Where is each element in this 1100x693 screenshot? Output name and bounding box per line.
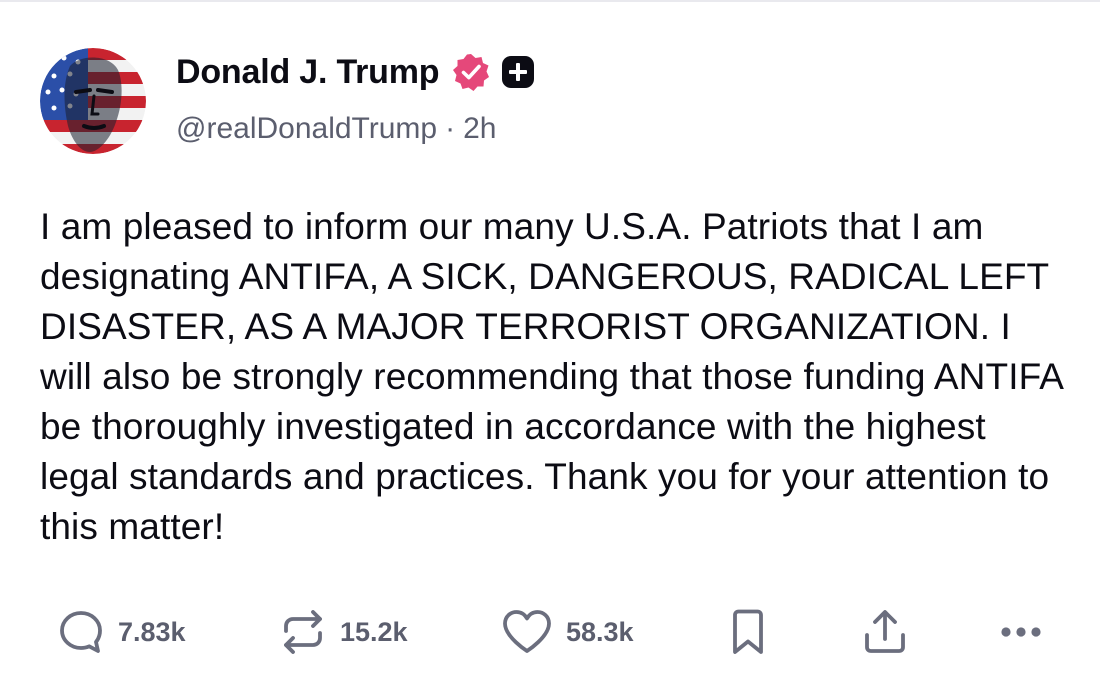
post-action-bar: 7.83k 15.2k 58.3k [0, 600, 1100, 664]
verified-badge-icon [453, 54, 490, 91]
retruth-count: 15.2k [340, 616, 408, 647]
bookmark-button[interactable] [726, 608, 770, 656]
like-count: 58.3k [566, 616, 634, 647]
reply-count: 7.83k [118, 616, 186, 647]
reply-button[interactable]: 7.83k [56, 608, 186, 656]
bookmark-icon [733, 609, 763, 654]
top-divider [0, 0, 1100, 2]
more-icon [1001, 627, 1041, 637]
more-options-button[interactable] [996, 608, 1046, 656]
author-handle[interactable]: @realDonaldTrump [176, 112, 437, 146]
avatar[interactable] [40, 48, 146, 154]
author-display-name[interactable]: Donald J. Trump [176, 53, 440, 92]
heart-icon [503, 610, 551, 653]
reply-icon [60, 611, 102, 653]
share-button[interactable] [860, 608, 910, 656]
retruth-icon [284, 610, 322, 654]
author-name-row: Donald J. Trump [176, 50, 535, 94]
truth-plus-badge-icon [502, 56, 535, 88]
share-icon [865, 610, 905, 653]
post-timestamp[interactable]: 2h [463, 112, 496, 146]
post-text: I am pleased to inform our many U.S.A. P… [40, 206, 1062, 547]
retruth-button[interactable]: 15.2k [278, 608, 408, 656]
handle-separator: · [445, 112, 456, 145]
author-handle-row: @realDonaldTrump · 2h [176, 112, 496, 146]
like-button[interactable]: 58.3k [500, 608, 634, 656]
